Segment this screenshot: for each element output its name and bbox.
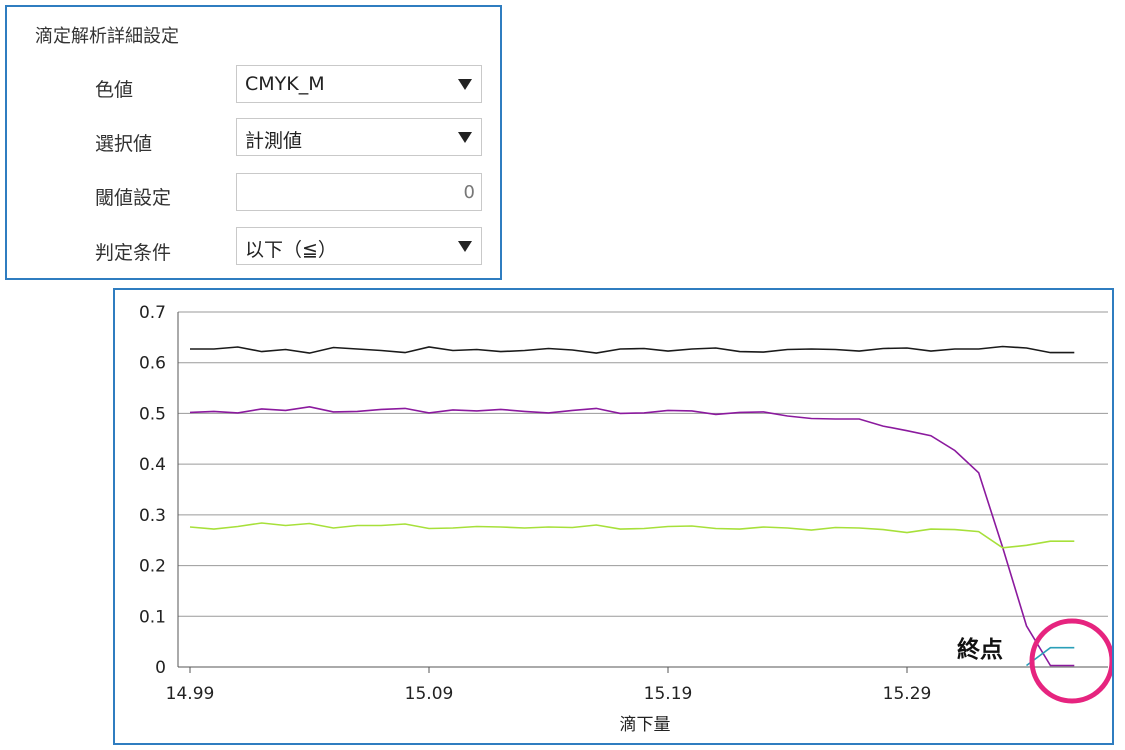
y-tick-label: 0 [155, 658, 166, 678]
selection-value-label: 選択値 [95, 133, 153, 155]
y-tick-label: 0.7 [139, 303, 166, 323]
x-axis-title: 滴下量 [620, 715, 671, 735]
x-tick-label: 15.09 [405, 684, 454, 704]
series-line-1 [189, 405, 1075, 667]
series-line-2 [189, 522, 1075, 549]
threshold-value: 0 [463, 182, 475, 203]
y-tick-label: 0.2 [139, 557, 166, 577]
condition-label: 判定条件 [95, 242, 172, 264]
color-value-label: 色値 [95, 79, 134, 101]
dropdown-arrow-icon [458, 79, 472, 90]
titration-chart: 0 0.1 0.2 0.3 0.4 0.5 0.6 0.7 14.99 15.09 15.19 15.… [113, 288, 1114, 745]
x-tick-label: 14.99 [166, 684, 215, 704]
endpoint-highlight-circle [1029, 618, 1112, 704]
x-tick-label: 15.29 [883, 684, 932, 704]
series-line-0 [190, 345, 1075, 354]
titration-settings-panel: 滴定解析詳細設定 色値 CMYK_M 選択値 計測値 閾値設定 0 判定条件 以… [5, 5, 502, 280]
y-tick-label: 0.3 [139, 506, 166, 526]
threshold-input[interactable]: 0 [236, 173, 482, 211]
dropdown-arrow-icon [458, 241, 472, 252]
chart-svg: 0 0.1 0.2 0.3 0.4 0.5 0.6 0.7 14.99 15.09 15.19 15.… [139, 303, 1112, 735]
panel-title: 滴定解析詳細設定 [35, 26, 179, 47]
y-tick-label: 0.4 [139, 455, 166, 475]
threshold-label: 閾値設定 [95, 187, 172, 209]
dropdown-arrow-icon [458, 132, 472, 143]
x-tick-label: 15.19 [644, 684, 693, 704]
selection-value-dropdown[interactable]: 計測値 [236, 118, 482, 156]
color-value-dropdown[interactable]: CMYK_M [236, 65, 482, 103]
y-tick-label: 0.5 [139, 404, 166, 424]
selection-value-selected: 計測値 [245, 130, 303, 152]
condition-selected: 以下（≦） [245, 239, 337, 261]
endpoint-label: 終点 [957, 637, 1003, 663]
y-tick-label: 0.1 [139, 607, 166, 627]
condition-dropdown[interactable]: 以下（≦） [236, 227, 482, 265]
color-value-selected: CMYK_M [245, 73, 325, 95]
y-tick-label: 0.6 [139, 354, 166, 374]
